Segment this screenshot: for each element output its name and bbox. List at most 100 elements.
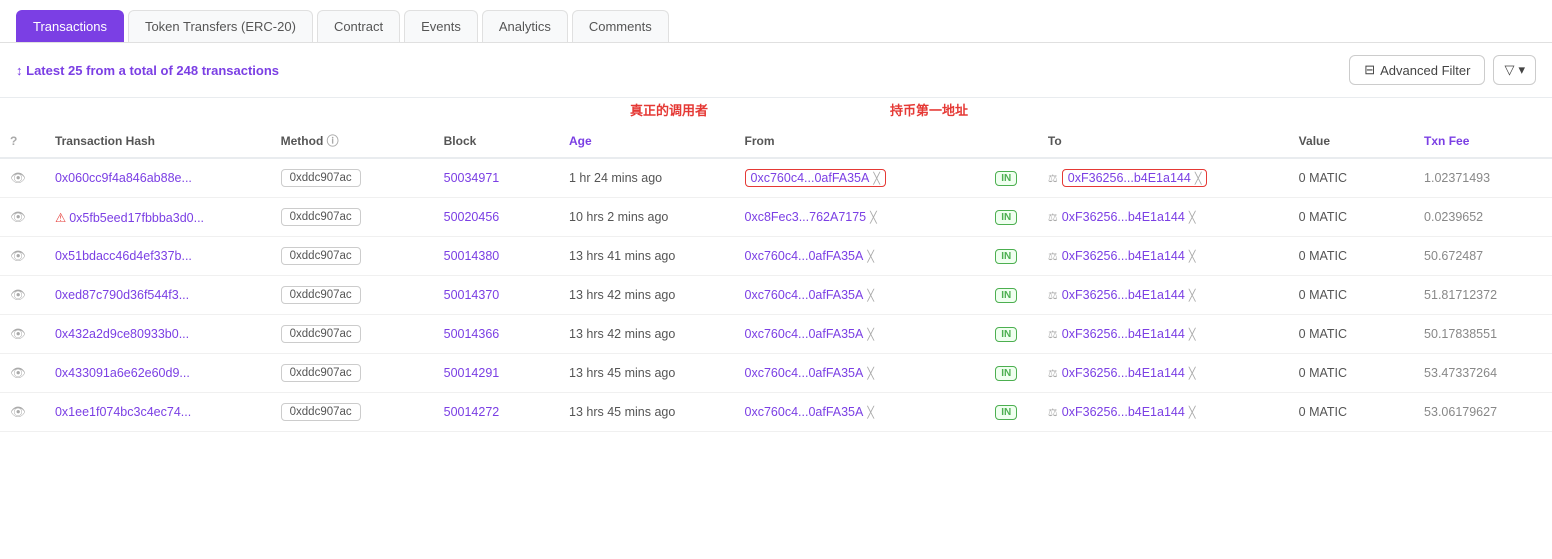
from-address-link[interactable]: 0xc760c4...0afFA35A	[751, 171, 870, 185]
block-link[interactable]: 50014366	[444, 327, 500, 341]
block-cell: 50014366	[434, 315, 559, 354]
in-badge: IN	[995, 249, 1017, 264]
eye-icon[interactable]: 👁	[10, 405, 26, 419]
tx-hash-link[interactable]: 0x5fb5eed17fbbba3d0...	[69, 211, 204, 225]
fee-text: 50.672487	[1424, 249, 1483, 263]
inout-cell: IN	[985, 393, 1038, 432]
method-badge: 0xddc907ac	[281, 325, 361, 343]
from-address-link[interactable]: 0xc760c4...0afFA35A	[745, 405, 864, 419]
copy-icon[interactable]: ╳	[1189, 367, 1196, 380]
age-text: 13 hrs 42 mins ago	[569, 288, 675, 302]
copy-icon[interactable]: ╳	[1189, 211, 1196, 224]
tab-token-transfers[interactable]: Token Transfers (ERC-20)	[128, 10, 313, 42]
advanced-filter-button[interactable]: ⊟ Advanced Filter	[1349, 55, 1485, 85]
from-address-link[interactable]: 0xc760c4...0afFA35A	[745, 327, 864, 341]
in-badge: IN	[995, 288, 1017, 303]
eye-icon[interactable]: 👁	[10, 171, 26, 185]
tx-hash-link[interactable]: 0x1ee1f074bc3c4ec74...	[55, 405, 191, 419]
filter-label: Advanced Filter	[1380, 63, 1470, 78]
from-address-link[interactable]: 0xc760c4...0afFA35A	[745, 249, 864, 263]
copy-icon[interactable]: ╳	[867, 328, 874, 341]
to-address-link[interactable]: 0xF36256...b4E1a144	[1062, 405, 1185, 419]
tx-hash-link[interactable]: 0xed87c790d36f544f3...	[55, 288, 189, 302]
block-link[interactable]: 50014272	[444, 405, 500, 419]
to-address-link[interactable]: 0xF36256...b4E1a144	[1062, 288, 1185, 302]
copy-icon[interactable]: ╳	[1189, 328, 1196, 341]
block-link[interactable]: 50014370	[444, 288, 500, 302]
in-badge: IN	[995, 210, 1017, 225]
to-address-link[interactable]: 0xF36256...b4E1a144	[1062, 366, 1185, 380]
value-cell: 0 MATIC	[1289, 198, 1414, 237]
contract-icon: ⚖	[1048, 367, 1058, 380]
tab-comments[interactable]: Comments	[572, 10, 669, 42]
from-address-link[interactable]: 0xc760c4...0afFA35A	[745, 366, 864, 380]
age-text: 13 hrs 42 mins ago	[569, 327, 675, 341]
eye-icon[interactable]: 👁	[10, 327, 26, 341]
col-header-value: Value	[1289, 124, 1414, 158]
method-cell: 0xddc907ac	[271, 354, 434, 393]
block-link[interactable]: 50014380	[444, 249, 500, 263]
inout-cell: IN	[985, 237, 1038, 276]
age-cell: 13 hrs 42 mins ago	[559, 276, 735, 315]
tab-analytics[interactable]: Analytics	[482, 10, 568, 42]
copy-icon[interactable]: ╳	[873, 172, 880, 185]
contract-icon: ⚖	[1048, 211, 1058, 224]
copy-icon[interactable]: ╳	[867, 289, 874, 302]
method-cell: 0xddc907ac	[271, 158, 434, 198]
tx-hash-link[interactable]: 0x51bdacc46d4ef337b...	[55, 249, 192, 263]
copy-icon[interactable]: ╳	[1189, 406, 1196, 419]
from-cell: 0xc760c4...0afFA35A╳	[735, 158, 986, 198]
to-cell: ⚖ 0xF36256...b4E1a144 ╳	[1038, 198, 1289, 237]
copy-icon[interactable]: ╳	[1195, 172, 1202, 185]
copy-icon[interactable]: ╳	[1189, 289, 1196, 302]
contract-icon: ⚖	[1048, 172, 1058, 185]
tab-bar: Transactions Token Transfers (ERC-20) Co…	[0, 0, 1552, 43]
fee-text: 0.0239652	[1424, 210, 1483, 224]
copy-icon[interactable]: ╳	[867, 406, 874, 419]
copy-icon[interactable]: ╳	[870, 211, 877, 224]
age-text: 1 hr 24 mins ago	[569, 171, 662, 185]
inout-cell: IN	[985, 276, 1038, 315]
block-link[interactable]: 50034971	[444, 171, 500, 185]
eye-cell: 👁	[0, 276, 45, 315]
to-address-link[interactable]: 0xF36256...b4E1a144	[1062, 327, 1185, 341]
fee-cell: 53.47337264	[1414, 354, 1552, 393]
block-link[interactable]: 50020456	[444, 210, 500, 224]
eye-icon[interactable]: 👁	[10, 288, 26, 302]
block-link[interactable]: 50014291	[444, 366, 500, 380]
from-address-link[interactable]: 0xc760c4...0afFA35A	[745, 288, 864, 302]
sort-chevron-icon: ▽	[1504, 62, 1514, 78]
contract-icon: ⚖	[1048, 250, 1058, 263]
to-address-link[interactable]: 0xF36256...b4E1a144	[1068, 171, 1191, 185]
tab-transactions[interactable]: Transactions	[16, 10, 124, 42]
fee-cell: 50.672487	[1414, 237, 1552, 276]
inout-cell: IN	[985, 354, 1038, 393]
table-row: 👁 0x433091a6e62e60d9... 0xddc907ac 50014291…	[0, 354, 1552, 393]
eye-icon[interactable]: 👁	[10, 249, 26, 263]
tab-events[interactable]: Events	[404, 10, 478, 42]
copy-icon[interactable]: ╳	[867, 367, 874, 380]
copy-icon[interactable]: ╳	[867, 250, 874, 263]
value-cell: 0 MATIC	[1289, 315, 1414, 354]
to-address-link[interactable]: 0xF36256...b4E1a144	[1062, 210, 1185, 224]
tx-hash-link[interactable]: 0x433091a6e62e60d9...	[55, 366, 190, 380]
sort-button[interactable]: ▽ ▾	[1493, 55, 1536, 85]
to-cell: ⚖ 0xF36256...b4E1a144 ╳	[1038, 237, 1289, 276]
value-text: 0 MATIC	[1299, 171, 1347, 185]
eye-icon[interactable]: 👁	[10, 366, 26, 380]
annotation-from: 真正的调用者	[630, 100, 708, 119]
fee-text: 53.47337264	[1424, 366, 1497, 380]
filter-icon: ⊟	[1364, 62, 1375, 78]
tx-hash-link[interactable]: 0x432a2d9ce80933b0...	[55, 327, 189, 341]
tab-contract[interactable]: Contract	[317, 10, 400, 42]
table-row: 👁⚠0x5fb5eed17fbbba3d0...0xddc907ac500204…	[0, 198, 1552, 237]
eye-icon[interactable]: 👁	[10, 210, 26, 224]
to-address-link[interactable]: 0xF36256...b4E1a144	[1062, 249, 1185, 263]
from-address-link[interactable]: 0xc8Fec3...762A7175	[745, 210, 867, 224]
method-cell: 0xddc907ac	[271, 393, 434, 432]
age-cell: 13 hrs 45 mins ago	[559, 354, 735, 393]
tx-hash-link[interactable]: 0x060cc9f4a846ab88e...	[55, 171, 192, 185]
transactions-table: ? Transaction Hash Method ⓘ Block Age Fr…	[0, 124, 1552, 432]
latest-count: 25	[68, 63, 82, 78]
copy-icon[interactable]: ╳	[1189, 250, 1196, 263]
